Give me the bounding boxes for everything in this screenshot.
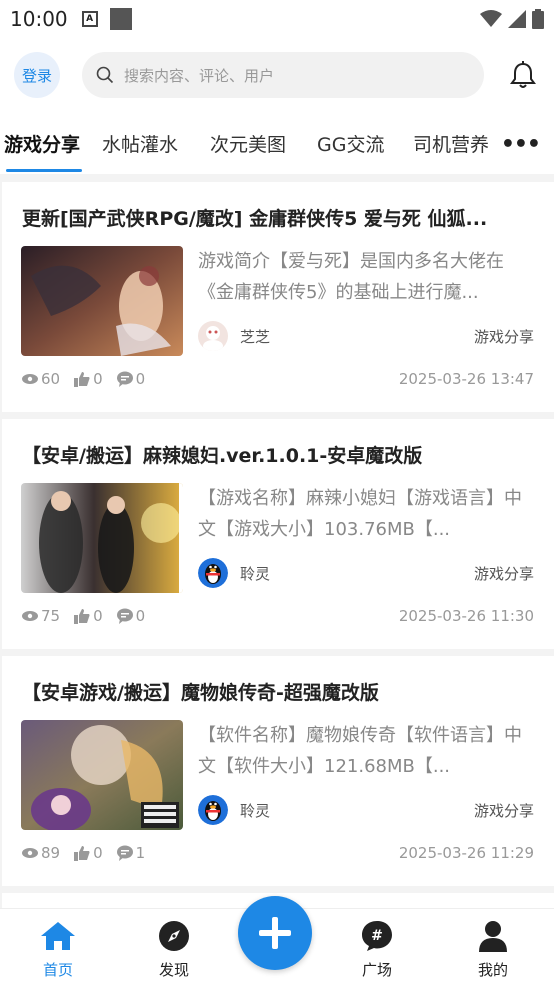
post-thumbnail[interactable]	[21, 483, 183, 593]
battery-icon	[532, 9, 544, 29]
thumbs-up-icon	[74, 609, 90, 624]
post-excerpt: 【游戏名称】麻辣小媳妇【游戏语言】中文【游戏大小】103.76MB【...	[198, 488, 522, 540]
tab-driver-nutrition[interactable]: 司机营养	[413, 130, 489, 157]
nav-plaza[interactable]: # 广场	[337, 919, 417, 980]
nav-profile[interactable]: 我的	[453, 919, 533, 980]
post-title[interactable]: 【安卓/搬运】麻辣媳妇.ver.1.0.1-安卓魔改版	[22, 441, 532, 468]
post-stats: 75 0 0 2025-03-26 11:30	[22, 605, 534, 627]
notification-icon: A	[81, 11, 98, 27]
compass-icon	[159, 921, 189, 951]
post-thumbnail[interactable]	[21, 720, 183, 830]
post-card[interactable]: 更新[国产武侠RPG/魔改] 金庸群侠传5 爱与死 仙狐... 游戏简介【爱与死…	[2, 182, 554, 412]
avatar[interactable]	[198, 558, 228, 588]
post-title[interactable]: 更新[国产武侠RPG/魔改] 金庸群侠传5 爱与死 仙狐...	[22, 204, 532, 231]
user-icon	[479, 921, 507, 952]
active-tab-indicator	[6, 169, 82, 172]
status-time: 10:00	[10, 7, 68, 31]
like-count[interactable]: 0	[74, 844, 103, 862]
signal-icon	[508, 10, 526, 28]
eye-icon	[22, 374, 38, 384]
author-name[interactable]: 聆灵	[240, 563, 270, 584]
nav-discover[interactable]: 发现	[134, 919, 214, 980]
like-count[interactable]: 0	[74, 607, 103, 625]
eye-icon	[22, 848, 38, 858]
view-count: 60	[22, 370, 60, 388]
comment-count[interactable]: 0	[116, 607, 145, 625]
nav-profile-label: 我的	[477, 961, 508, 979]
plus-icon	[259, 917, 291, 949]
login-button[interactable]: 登录	[14, 52, 60, 98]
post-card[interactable]: 【安卓/搬运】麻辣媳妇.ver.1.0.1-安卓魔改版 【游戏名称】麻辣小媳妇【…	[2, 419, 554, 649]
tab-anime-pictures[interactable]: 次元美图	[210, 130, 286, 157]
status-bar: 10:00 A	[0, 0, 554, 38]
avatar[interactable]	[198, 795, 228, 825]
comment-icon	[116, 608, 133, 624]
create-post-button[interactable]	[238, 896, 312, 970]
more-icon[interactable]: •••	[501, 132, 541, 157]
view-count: 89	[22, 844, 60, 862]
search-placeholder: 搜索内容、评论、用户	[124, 66, 275, 85]
post-stats: 60 0 0 2025-03-26 13:47	[22, 368, 534, 390]
post-excerpt: 游戏简介【爱与死】是国内多名大佬在《金庸群侠传5》的基础上进行魔...	[198, 251, 504, 303]
app-notification-icon	[109, 8, 132, 30]
author-row: 芝芝 游戏分享	[198, 320, 534, 352]
thumbs-up-icon	[74, 846, 90, 861]
author-row: 聆灵 游戏分享	[198, 557, 534, 589]
post-date: 2025-03-26 11:30	[398, 607, 534, 625]
view-count: 75	[22, 607, 60, 625]
tab-gg-chat[interactable]: GG交流	[317, 130, 384, 157]
svg-text:#: #	[371, 928, 383, 944]
comment-count[interactable]: 0	[116, 370, 145, 388]
bell-icon	[510, 61, 536, 88]
category-tabs: 游戏分享 水帖灌水 次元美图 GG交流 司机营养 •••	[0, 112, 554, 174]
tab-game-share[interactable]: 游戏分享	[4, 130, 80, 157]
search-icon	[96, 66, 114, 84]
wifi-icon	[480, 10, 502, 27]
author-name[interactable]: 聆灵	[240, 800, 270, 821]
post-excerpt: 【软件名称】魔物娘传奇【软件语言】中文【软件大小】121.68MB【...	[198, 725, 522, 777]
comment-count[interactable]: 1	[116, 844, 145, 862]
home-icon	[41, 922, 75, 950]
post-title[interactable]: 【安卓游戏/搬运】魔物娘传奇-超强魔改版	[22, 678, 532, 705]
avatar[interactable]	[198, 321, 228, 351]
author-name[interactable]: 芝芝	[240, 326, 270, 347]
hashtag-icon: #	[362, 921, 392, 951]
comment-icon	[116, 845, 133, 861]
post-category[interactable]: 游戏分享	[474, 326, 534, 347]
comment-icon	[116, 371, 133, 387]
post-date: 2025-03-26 11:29	[398, 844, 534, 862]
nav-plaza-label: 广场	[361, 961, 392, 979]
tab-water-post[interactable]: 水帖灌水	[102, 130, 178, 157]
post-stats: 89 0 1 2025-03-26 11:29	[22, 842, 534, 864]
eye-icon	[22, 611, 38, 621]
post-date: 2025-03-26 13:47	[398, 370, 534, 388]
author-row: 聆灵 游戏分享	[198, 794, 534, 826]
thumbs-up-icon	[74, 372, 90, 387]
search-input[interactable]: 搜索内容、评论、用户	[82, 52, 484, 98]
nav-discover-label: 发现	[158, 961, 189, 979]
like-count[interactable]: 0	[74, 370, 103, 388]
post-category[interactable]: 游戏分享	[474, 800, 534, 821]
post-thumbnail[interactable]	[21, 246, 183, 356]
nav-home-label: 首页	[42, 961, 73, 979]
post-category[interactable]: 游戏分享	[474, 563, 534, 584]
post-card[interactable]: 【安卓游戏/搬运】魔物娘传奇-超强魔改版 【软件名称】魔物娘传奇【软件语言】中文…	[2, 656, 554, 886]
header: 登录 搜索内容、评论、用户	[0, 38, 554, 112]
notification-bell-button[interactable]	[506, 58, 540, 92]
nav-home[interactable]: 首页	[18, 919, 98, 980]
